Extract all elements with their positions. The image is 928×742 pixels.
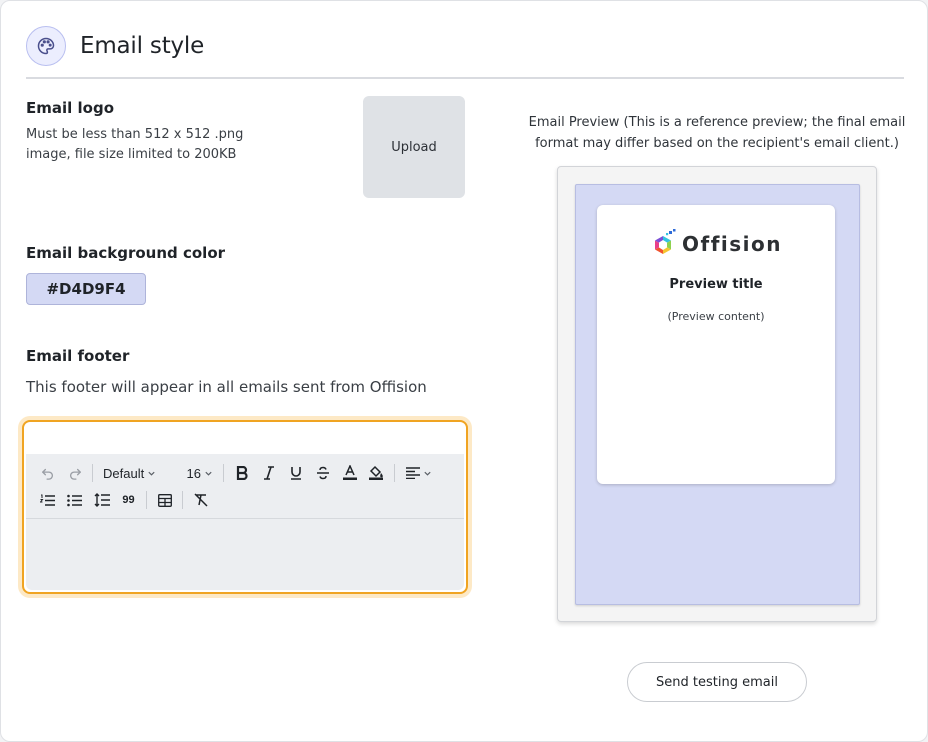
font-color-icon[interactable] xyxy=(336,460,363,486)
upload-logo-button[interactable]: Upload xyxy=(363,96,465,198)
redo-icon[interactable] xyxy=(61,460,88,486)
footer-edit-area[interactable] xyxy=(26,519,464,590)
clear-format-icon[interactable] xyxy=(187,487,214,513)
chevron-down-icon xyxy=(205,471,212,476)
toolbar-separator xyxy=(394,464,396,482)
toolbar-separator xyxy=(223,464,225,482)
chevron-down-icon xyxy=(424,471,431,476)
email-preview-background: Offision Preview title (Preview content) xyxy=(575,184,860,605)
email-preview-frame: Offision Preview title (Preview content) xyxy=(557,166,877,622)
toolbar-separator xyxy=(146,491,147,509)
font-family-value: Default xyxy=(103,465,145,481)
preview-content: (Preview content) xyxy=(667,310,765,323)
align-left-icon xyxy=(405,467,420,479)
email-logo-description: Must be less than 512 x 512 .png image, … xyxy=(26,125,243,165)
undo-icon[interactable] xyxy=(34,460,61,486)
toolbar-row-1: Default 16 xyxy=(34,460,438,486)
offision-logo-icon xyxy=(655,229,676,254)
blockquote-button[interactable]: 99 xyxy=(115,487,142,513)
header-divider xyxy=(26,77,904,79)
preview-logo-text: Offision xyxy=(682,232,782,256)
email-preview-card: Offision Preview title (Preview content) xyxy=(597,205,835,484)
italic-icon[interactable] xyxy=(255,460,282,486)
section-header: Email style xyxy=(26,26,204,66)
bullet-list-icon[interactable] xyxy=(61,487,88,513)
email-footer-label: Email footer xyxy=(26,347,130,365)
highlight-color-icon[interactable] xyxy=(363,460,390,486)
table-icon[interactable] xyxy=(151,487,178,513)
preview-caption-line2: format may differ based on the recipient… xyxy=(535,136,899,151)
footer-rich-text-editor[interactable]: Default 16 99 xyxy=(22,420,468,594)
quote-icon: 99 xyxy=(122,494,135,506)
preview-logo: Offision xyxy=(597,229,835,259)
preview-title: Preview title xyxy=(669,277,763,292)
page-title: Email style xyxy=(80,33,205,59)
toolbar-row-2: 99 xyxy=(34,487,214,513)
font-size-value: 16 xyxy=(186,465,201,481)
background-color-swatch[interactable]: #D4D9F4 xyxy=(26,273,146,305)
toolbar-separator xyxy=(182,491,183,509)
logo-desc-line2: image, file size limited to 200KB xyxy=(26,147,237,162)
email-logo-label: Email logo xyxy=(26,99,114,117)
bold-icon[interactable] xyxy=(228,460,255,486)
editor-toolbar: Default 16 99 xyxy=(26,454,464,519)
strikethrough-icon[interactable] xyxy=(309,460,336,486)
email-style-card: Email style Email logo Must be less than… xyxy=(0,0,928,742)
underline-icon[interactable] xyxy=(282,460,309,486)
email-footer-description: This footer will appear in all emails se… xyxy=(26,378,427,396)
chevron-down-icon xyxy=(148,471,155,476)
toolbar-separator xyxy=(92,464,93,482)
preview-caption-line1: Email Preview (This is a reference previ… xyxy=(528,115,906,130)
logo-desc-line1: Must be less than 512 x 512 .png xyxy=(26,127,244,142)
email-preview-caption: Email Preview (This is a reference previ… xyxy=(523,112,911,154)
font-family-select[interactable]: Default xyxy=(97,460,162,486)
email-background-label: Email background color xyxy=(26,244,226,262)
line-height-icon[interactable] xyxy=(88,487,115,513)
palette-icon xyxy=(26,26,66,66)
ordered-list-icon[interactable] xyxy=(34,487,61,513)
align-select[interactable] xyxy=(399,460,438,486)
font-size-select[interactable]: 16 xyxy=(180,460,219,486)
send-testing-email-button[interactable]: Send testing email xyxy=(627,662,807,702)
